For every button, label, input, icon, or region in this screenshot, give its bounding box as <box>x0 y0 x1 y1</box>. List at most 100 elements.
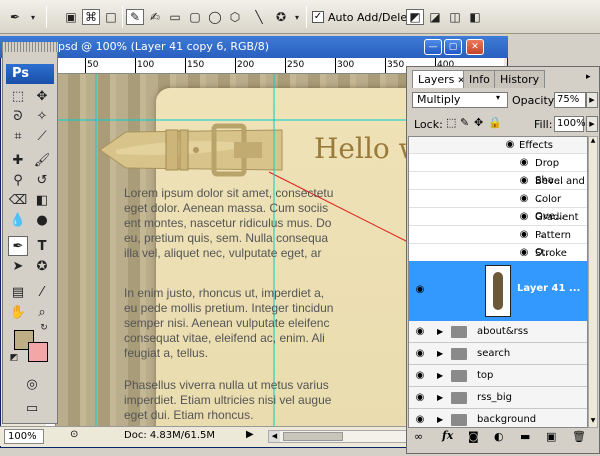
effect-row[interactable]: ◉ Drop Sha... <box>409 155 587 186</box>
rounded-rectangle-icon[interactable]: ▢ <box>186 9 204 25</box>
fill-arrow-icon[interactable]: ▶ <box>586 116 598 132</box>
scroll-down-arrow-icon[interactable]: ▼ <box>589 417 597 427</box>
slice-tool-icon[interactable]: ⟋ <box>32 126 52 146</box>
status-info-icon[interactable]: ⊙ <box>70 429 78 440</box>
background-color-swatch[interactable] <box>28 342 48 362</box>
layer-mask-icon[interactable]: ◙ <box>468 430 479 443</box>
adjustment-layer-icon[interactable]: ◐ <box>494 430 504 443</box>
opacity-arrow-icon[interactable]: ▶ <box>586 92 598 108</box>
zoom-field[interactable]: 100% <box>4 429 44 444</box>
new-group-icon[interactable]: ▬ <box>520 430 530 443</box>
blend-dropdown-icon[interactable]: ▾ <box>496 93 500 102</box>
lock-transparency-icon[interactable]: ⬚ <box>446 116 456 129</box>
scroll-up-arrow-icon[interactable]: ▲ <box>589 137 597 147</box>
path-selection-icon[interactable]: ➤ <box>8 256 28 276</box>
effect-row[interactable]: ◉ Color Ove... <box>409 191 587 222</box>
eye-icon[interactable]: ◉ <box>517 248 531 258</box>
fill-field[interactable]: 100% <box>554 116 586 132</box>
lock-all-icon[interactable]: 🔒 <box>488 116 502 129</box>
marquee-tool-icon[interactable]: ⬚ <box>8 86 28 106</box>
scroll-thumb[interactable] <box>283 432 343 441</box>
custom-shape-tool-icon[interactable]: ✪ <box>32 256 52 276</box>
expand-arrow-icon[interactable]: ▶ <box>437 365 443 387</box>
close-button[interactable]: ✕ <box>466 39 484 55</box>
layer-group-row[interactable]: ◉ ▶ top <box>409 365 587 387</box>
layer-group-row[interactable]: ◉ ▶ about&rss <box>409 321 587 343</box>
paths-icon[interactable]: ⌘ <box>82 9 100 25</box>
ellipse-icon[interactable]: ◯ <box>206 9 224 25</box>
eyedropper-icon[interactable]: ⁄ <box>32 282 52 302</box>
selected-layer-row[interactable]: ◉ Layer 41 ... <box>409 261 587 321</box>
effect-row[interactable]: ◉ Stroke <box>409 245 587 262</box>
expand-arrow-icon[interactable]: ▶ <box>437 321 443 343</box>
eye-icon[interactable]: ◉ <box>413 371 427 381</box>
expand-arrow-icon[interactable]: ▶ <box>437 387 443 409</box>
eye-icon[interactable]: ◉ <box>517 194 531 204</box>
eye-icon[interactable]: ◉ <box>413 327 427 337</box>
fx-icon[interactable]: fx <box>442 429 453 442</box>
effect-row[interactable]: ◉ Gradient ... <box>409 209 587 240</box>
magic-wand-icon[interactable]: ✧ <box>32 106 52 126</box>
expand-arrow-icon[interactable]: ▶ <box>437 343 443 365</box>
freeform-pen-icon[interactable]: ✍ <box>146 9 164 25</box>
eye-icon[interactable]: ◉ <box>503 140 517 150</box>
polygon-icon[interactable]: ⬡ <box>226 9 244 25</box>
trash-icon[interactable]: 🗑 <box>572 430 586 443</box>
eye-icon[interactable]: ◉ <box>517 176 531 186</box>
move-tool-icon[interactable]: ✥ <box>32 86 52 106</box>
layer-group-row[interactable]: ◉ ▶ rss_big <box>409 387 587 409</box>
quick-mask-icon[interactable]: ◎ <box>22 374 42 394</box>
default-colors-icon[interactable]: ◩ <box>8 352 20 364</box>
fill-pixels-icon[interactable]: □ <box>102 9 120 25</box>
tab-history[interactable]: History <box>494 70 546 88</box>
eraser-tool-icon[interactable]: ⌫ <box>8 190 28 210</box>
opacity-field[interactable]: 75% <box>554 92 586 108</box>
eye-icon[interactable]: ◉ <box>413 415 427 425</box>
custom-shape-icon[interactable]: ✪ <box>272 9 290 25</box>
new-layer-icon[interactable]: ▣ <box>546 430 556 443</box>
brush-tool-icon[interactable]: 🖌 <box>32 150 52 170</box>
screen-mode-icon[interactable]: ▭ <box>22 398 42 418</box>
healing-brush-icon[interactable]: ✚ <box>8 150 28 170</box>
eye-icon[interactable]: ◉ <box>517 158 531 168</box>
expand-arrow-icon[interactable]: ▶ <box>437 409 443 427</box>
status-arrow-icon[interactable]: ▶ <box>246 429 254 440</box>
crop-tool-icon[interactable]: ⌗ <box>8 126 28 146</box>
hand-tool-icon[interactable]: ✋ <box>8 302 28 322</box>
eye-icon[interactable]: ◉ <box>413 349 427 359</box>
clone-stamp-icon[interactable]: ⚲ <box>8 170 28 190</box>
toolbox-grip[interactable] <box>2 42 58 52</box>
tool-preset-dropdown-icon[interactable]: ▾ <box>28 9 38 25</box>
scroll-left-arrow-icon[interactable]: ◀ <box>269 431 280 442</box>
blend-mode-select[interactable]: Multiply <box>412 92 508 108</box>
shape-layers-icon[interactable]: ▣ <box>62 9 80 25</box>
effects-row[interactable]: ◉ Effects <box>409 137 587 154</box>
path-intersect-icon[interactable]: ◫ <box>446 9 464 25</box>
rectangle-shape-icon[interactable]: ▭ <box>166 9 184 25</box>
effect-row[interactable]: ◉ Bevel and ... <box>409 173 587 204</box>
blur-tool-icon[interactable]: 💧 <box>8 210 28 230</box>
lock-image-icon[interactable]: ✎ <box>460 116 469 129</box>
eye-icon[interactable]: ◉ <box>413 393 427 403</box>
path-exclude-icon[interactable]: ◧ <box>466 9 484 25</box>
tab-info[interactable]: Info <box>463 70 496 88</box>
zoom-tool-icon[interactable]: ⌕ <box>32 302 52 322</box>
layer-group-row[interactable]: ◉ ▶ search <box>409 343 587 365</box>
link-layers-icon[interactable]: ∞ <box>414 430 423 443</box>
pen-mode-icon[interactable]: ✎ <box>126 9 144 25</box>
gradient-tool-icon[interactable]: ◧ <box>32 190 52 210</box>
dodge-tool-icon[interactable]: ● <box>32 210 52 230</box>
lock-position-icon[interactable]: ✥ <box>474 116 483 129</box>
effect-row[interactable]: ◉ Pattern O... <box>409 227 587 258</box>
eye-icon[interactable]: ◉ <box>413 285 427 295</box>
lasso-tool-icon[interactable]: ᘐ <box>8 106 28 126</box>
auto-add-delete-checkbox[interactable]: ✓ <box>312 11 324 23</box>
maximize-button[interactable]: ▢ <box>444 39 462 55</box>
type-tool-icon[interactable]: T <box>32 236 52 256</box>
path-subtract-icon[interactable]: ◪ <box>426 9 444 25</box>
history-brush-icon[interactable]: ↺ <box>32 170 52 190</box>
pen-tool-selected-icon[interactable]: ✒ <box>8 236 28 256</box>
path-combine-icon[interactable]: ◩ <box>406 9 424 25</box>
panel-menu-icon[interactable]: ▸ <box>586 72 591 82</box>
layers-scrollbar[interactable]: ▲ ▼ <box>588 136 598 428</box>
